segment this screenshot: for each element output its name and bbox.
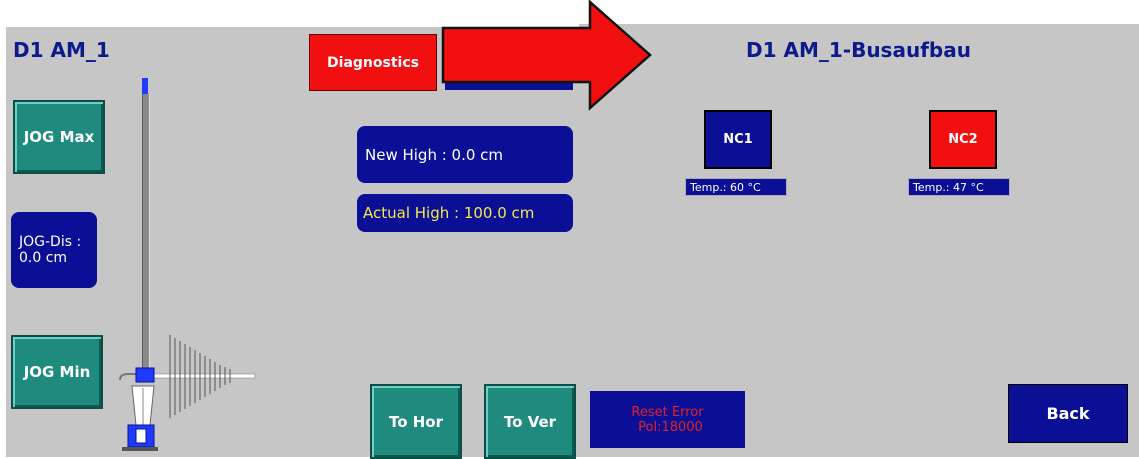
new-high-field[interactable]: New High : 0.0 cm bbox=[357, 126, 573, 183]
diagnostics-button[interactable]: Diagnostics bbox=[309, 34, 437, 91]
jog-distance-label: JOG-Dis : bbox=[19, 234, 82, 250]
nc2-temperature: Temp.: 47 °C bbox=[908, 178, 1010, 196]
nc2-indicator[interactable]: NC2 bbox=[929, 110, 997, 169]
reset-error-label: Reset Error bbox=[631, 404, 704, 420]
to-ver-button[interactable]: To Ver bbox=[484, 384, 576, 459]
jog-distance-display: JOG-Dis : 0.0 cm bbox=[11, 212, 97, 288]
jog-max-button[interactable]: JOG Max bbox=[13, 100, 105, 174]
left-title: D1 AM_1 bbox=[13, 38, 110, 62]
reset-error-pol: Pol:18000 bbox=[638, 419, 703, 435]
to-hor-button[interactable]: To Hor bbox=[370, 384, 462, 459]
nc1-indicator[interactable]: NC1 bbox=[704, 110, 772, 169]
nc1-temperature: Temp.: 60 °C bbox=[685, 178, 787, 196]
jog-min-button[interactable]: JOG Min bbox=[11, 335, 103, 409]
right-title: D1 AM_1-Busaufbau bbox=[746, 38, 971, 62]
actual-high-display: Actual High : 100.0 cm bbox=[357, 194, 573, 232]
jog-distance-value: 0.0 cm bbox=[19, 250, 68, 266]
antenna-tower-icon bbox=[110, 330, 260, 455]
reset-error-button[interactable]: Reset Error Pol:18000 bbox=[590, 391, 745, 448]
big-red-right-arrow bbox=[440, 0, 655, 112]
back-button[interactable]: Back bbox=[1008, 384, 1128, 443]
